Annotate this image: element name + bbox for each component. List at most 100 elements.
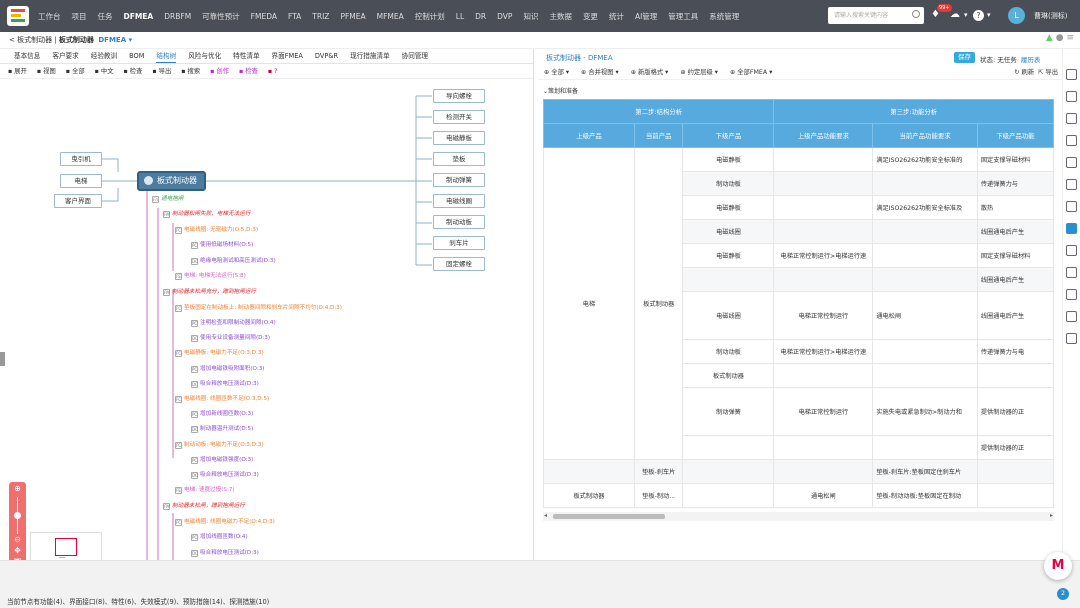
cell-current-product[interactable]: 板式制动器: [633, 147, 684, 460]
part-node[interactable]: 检测开关: [433, 110, 485, 124]
nav-item[interactable]: 变更: [583, 11, 598, 22]
search-icon[interactable]: [912, 10, 920, 18]
help-icon[interactable]: ?: [973, 10, 984, 21]
export-button[interactable]: ⇱ 导出: [1038, 69, 1058, 76]
refresh-button[interactable]: ↻ 刷新: [1014, 69, 1034, 76]
target-icon[interactable]: [1066, 201, 1077, 212]
tree-node[interactable]: PC 增加电磁铁吸附面积(O:3): [191, 365, 264, 373]
cell-current-function[interactable]: 垫板-刹车片:垫板固定住刹车片: [872, 459, 978, 484]
toolbar-button[interactable]: ▪ 搜索: [181, 65, 200, 78]
chart-icon[interactable]: [1066, 267, 1077, 278]
cell-lower-product[interactable]: 制动动板: [682, 171, 775, 196]
tree-node[interactable]: FC 制动动板: 电磁力不足(O:3,D:3): [175, 441, 264, 449]
toolbar-button[interactable]: ▪ 视图: [37, 65, 56, 78]
cell-upper-function[interactable]: 电梯正常控制运行>电梯运行速: [773, 339, 874, 364]
nav-item[interactable]: AI管理: [635, 11, 657, 22]
cell-current-function[interactable]: [872, 267, 978, 292]
nav-item[interactable]: 管理工具: [668, 11, 698, 22]
nav-item[interactable]: PFMEA: [340, 12, 365, 21]
cell-upper-function[interactable]: [773, 195, 874, 220]
lock-icon[interactable]: ▲: [1046, 33, 1053, 43]
table-toolbar-button[interactable]: ⊕ 全部 ▾: [544, 66, 569, 79]
toolbar-button[interactable]: ▪ 创作: [210, 65, 229, 78]
cell-current-function[interactable]: [872, 363, 978, 388]
minimap[interactable]: [30, 532, 102, 560]
fit-icon[interactable]: ✥: [9, 546, 26, 555]
cell-upper-product[interactable]: 板式制动器: [543, 483, 635, 508]
cell-lower-function[interactable]: 线圈通电后产生: [976, 291, 1054, 340]
cell-upper-function[interactable]: 电梯正常控制运行: [773, 387, 874, 436]
column-header[interactable]: 上级产品功能要求: [773, 123, 874, 148]
nav-item[interactable]: 主数据: [549, 11, 572, 22]
cell-lower-product[interactable]: [682, 435, 775, 460]
list2-icon[interactable]: [1066, 289, 1077, 300]
corner-badge[interactable]: 2: [1057, 588, 1069, 600]
grid-icon[interactable]: [1066, 157, 1077, 168]
cell-current-function[interactable]: 满足ISO26262功能安全标准的: [872, 147, 978, 172]
cell-upper-function[interactable]: 电梯正常控制运行>电梯运行速: [773, 243, 874, 268]
cell-current-function[interactable]: [872, 171, 978, 196]
tab[interactable]: 风险与优化: [188, 49, 221, 63]
shield-icon[interactable]: [1066, 179, 1077, 190]
menu-icon[interactable]: ≡: [1066, 33, 1074, 43]
cell-upper-function[interactable]: [773, 435, 874, 460]
cell-lower-product[interactable]: [682, 267, 775, 292]
nav-item[interactable]: DRBFM: [164, 12, 191, 21]
cell-lower-function[interactable]: 线圈通电后产生: [976, 267, 1054, 292]
nav-item[interactable]: 系统管理: [709, 11, 739, 22]
zoom-slider-handle[interactable]: [14, 512, 21, 519]
table-row[interactable]: 板式制动器 垫板-制动... 通电松闸 垫板-制动动板:垫板固定在制动: [543, 483, 1054, 508]
column-header[interactable]: 当前产品功能要求: [872, 123, 978, 148]
tree-node[interactable]: DC 绝缘电阻测试和高压测试(D:3): [191, 257, 276, 265]
nav-item[interactable]: 工作台: [38, 11, 61, 22]
collapse-handle[interactable]: [0, 352, 5, 366]
interface-node[interactable]: 曳引机: [60, 152, 102, 166]
tree-node[interactable]: FM 制动器松闸失败，电梯无法运行: [163, 210, 250, 219]
cell-lower-function[interactable]: [976, 459, 1054, 484]
tree-node[interactable]: Fn 通电抱闸: [152, 195, 183, 203]
tree-node[interactable]: FE 电梯: 电梯无法运行(S:8): [175, 272, 246, 280]
tab[interactable]: 客户要求: [52, 49, 78, 63]
tab[interactable]: DVP&R: [315, 49, 338, 63]
tree-node[interactable]: FM 制动器未松闸，蹭到抱闸运行: [163, 502, 245, 511]
cell-lower-product[interactable]: 制动动板: [682, 339, 775, 364]
tree-node[interactable]: PC 增加新线圈匝数(O:3): [191, 410, 253, 419]
module-dropdown[interactable]: DFMEA: [98, 36, 126, 44]
part-node[interactable]: 制动动板: [433, 215, 485, 229]
tree-node[interactable]: DC 吸合释放电压测试(D:3): [191, 549, 259, 557]
table-row[interactable]: 电梯 板式制动器 电磁静板 满足ISO26262功能安全标准的 固定支撑导磁材料: [543, 147, 1054, 460]
nav-item[interactable]: 项目: [72, 11, 87, 22]
tab[interactable]: 经验教训: [91, 49, 117, 63]
tree-node[interactable]: DC 吸合释放电压测试(D:3): [191, 471, 259, 479]
cell-lower-product[interactable]: 电磁静板: [682, 243, 775, 268]
tree-node[interactable]: PC 增加电磁铁强度(O:3): [191, 456, 253, 464]
cell-upper-function[interactable]: [773, 171, 874, 196]
list-icon[interactable]: [1066, 245, 1077, 256]
nav-item[interactable]: TRIZ: [312, 12, 329, 21]
nav-item[interactable]: 控制计划: [415, 11, 445, 22]
cell-current-function[interactable]: [872, 243, 978, 268]
nav-item[interactable]: LL: [456, 12, 464, 21]
table-toolbar-button[interactable]: ⊕ 合并视图 ▾: [581, 66, 619, 79]
cell-upper-function[interactable]: [773, 363, 874, 388]
toolbar-button[interactable]: ▪ 全部: [66, 65, 85, 78]
app-logo[interactable]: [7, 6, 29, 26]
toolbar-button[interactable]: ▪ 中文: [95, 65, 114, 78]
part-node[interactable]: 电磁静板: [433, 131, 485, 145]
part-node[interactable]: 垫板: [433, 152, 485, 166]
horizontal-scrollbar[interactable]: ◂ ▸: [543, 512, 1054, 521]
table-row[interactable]: 垫板-刹车片 垫板-刹车片:垫板固定住刹车片: [543, 459, 1054, 484]
tab[interactable]: 协同管理: [402, 49, 428, 63]
nav-item[interactable]: 知识: [523, 11, 538, 22]
table-toolbar-button[interactable]: ⊕ 新版格式 ▾: [631, 66, 669, 79]
tab[interactable]: 结构树: [156, 49, 177, 63]
nav-item[interactable]: DVP: [497, 12, 512, 21]
cell-upper-function[interactable]: [773, 459, 874, 484]
tab[interactable]: 基本信息: [14, 49, 40, 63]
tree-node[interactable]: PC 增加线圈匝数(O:4): [191, 533, 248, 542]
cell-lower-function[interactable]: 传递弹簧力与电: [976, 339, 1054, 364]
tree-node[interactable]: FC 电磁静板: 电磁力不足(O:3,D:3): [175, 349, 264, 358]
zoom-out-icon[interactable]: ⊖: [9, 535, 26, 544]
save-button[interactable]: 保存: [954, 52, 975, 63]
edit-icon[interactable]: [1066, 333, 1077, 344]
